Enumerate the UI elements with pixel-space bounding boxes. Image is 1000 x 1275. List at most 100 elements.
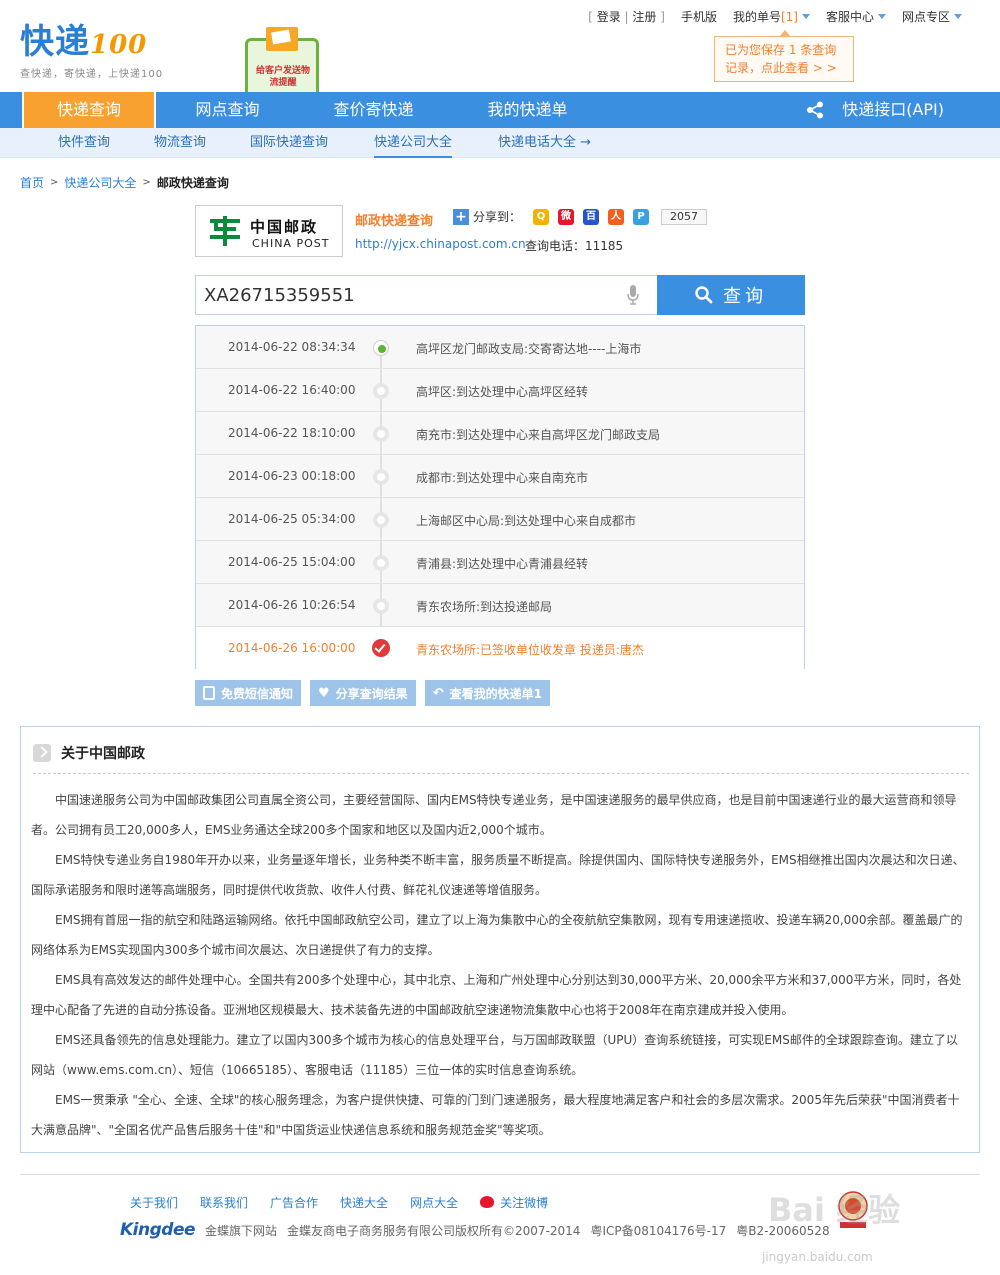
baidu-watermark-url: jingyan.baidu.com (762, 1250, 873, 1264)
my-orders-count: [1] (780, 9, 798, 24)
timeline-dot (373, 383, 389, 399)
company-logo-en: CHINA POST (252, 237, 330, 250)
site-header: 快递100 查快递，寄快递，上快递100 给客户发送物流提醒 [ 登录 | 注册… (0, 0, 1000, 92)
timeline-dot (373, 469, 389, 485)
tracking-time: 2014-06-26 10:26:54 (228, 598, 356, 612)
saved-query-tooltip[interactable]: 已为您保存 1 条查询记录，点此查看 > > (714, 30, 854, 82)
my-orders-button[interactable]: ↶ 查看我的快递单1 (424, 680, 550, 706)
sms-notify-button[interactable]: 免费短信通知 (195, 680, 302, 706)
footer-brand-tag: 金蝶旗下网站 (205, 1223, 278, 1238)
tracking-context: 青东农场所:到达投递邮局 (416, 600, 553, 614)
renren-share-icon[interactable]: 人 (608, 208, 625, 225)
tracking-time: 2014-06-25 15:04:00 (228, 555, 356, 569)
tracking-context: 青东农场所:已签收单位收发章 投递员:唐杰 (416, 643, 644, 657)
subnav-parcel-query[interactable]: 快件查询 (58, 128, 110, 158)
main-nav: 快递查询 网点查询 查价寄快递 我的快递单 快递接口(API) (0, 92, 1000, 128)
tencent-share-icon[interactable]: P (633, 208, 650, 225)
mobile-link[interactable]: 手机版 (681, 8, 717, 25)
login-link[interactable]: 登录 (597, 8, 621, 25)
table-row: 2014-06-25 15:04:00 青浦县:到达处理中心青浦县经转 (196, 541, 804, 584)
share-icon (807, 101, 824, 119)
timeline-dot (373, 426, 389, 442)
company-logo-cn: 中国邮政 (250, 218, 319, 236)
share-count: 2057 (661, 208, 708, 225)
kingdee-logo[interactable]: Kingdee (120, 1220, 196, 1240)
about-title: 关于中国邮政 (61, 746, 145, 762)
tab-outlet-query[interactable]: 网点查询 (170, 92, 285, 128)
table-row: 2014-06-25 05:34:00 上海邮区中心局:到达处理中心来自成都市 (196, 498, 804, 541)
baidu-share-icon[interactable]: 百 (583, 208, 600, 225)
breadcrumb-home[interactable]: 首页 (20, 174, 44, 191)
tracking-context: 高坪区龙门邮政支局:交寄寄达地----上海市 (416, 342, 642, 356)
tracking-context: 成都市:到达处理中心来自南充市 (416, 471, 589, 485)
api-link[interactable]: 快递接口(API) (806, 92, 944, 128)
share-bar: + 分享到： Q 微 百 人 P 2057 (453, 208, 708, 225)
subnav-phone-list[interactable]: 快递电话大全 → (498, 128, 591, 158)
footer-about-link[interactable]: 关于我们 (130, 1194, 178, 1211)
share-result-button[interactable]: ♥ 分享查询结果 (310, 680, 416, 706)
company-name-link[interactable]: 邮政快递查询 (355, 210, 433, 229)
tab-my-orders[interactable]: 我的快递单 (470, 92, 585, 128)
tab-price-send[interactable]: 查价寄快递 (316, 92, 431, 128)
outlets-link[interactable]: 网点专区 (902, 8, 950, 25)
weibo-icon (480, 1196, 495, 1208)
company-logo: 中国邮政 CHINA POST (195, 205, 343, 257)
sub-nav: 快件查询 物流查询 国际快递查询 快递公司大全 快递电话大全 → (0, 128, 1000, 158)
search-button-label: 查询 (723, 286, 767, 307)
weibo-share-icon[interactable]: 微 (558, 208, 575, 225)
subnav-intl-query[interactable]: 国际快递查询 (250, 128, 328, 158)
result-actions: 免费短信通知 ♥ 分享查询结果 ↶ 查看我的快递单1 (195, 680, 550, 706)
company-phone: 查询电话：11185 (525, 239, 624, 253)
tracking-number-input[interactable] (195, 275, 657, 315)
promo-notify-banner[interactable]: 给客户发送物流提醒 (245, 27, 319, 92)
breadcrumb-section[interactable]: 快递公司大全 (64, 174, 136, 191)
logo-slogan: 查快递，寄快递，上快递100 (20, 69, 164, 80)
footer-links: 关于我们 联系我们 广告合作 快递大全 网点大全 关注微博 (130, 1194, 548, 1211)
delivered-check-icon (372, 639, 390, 657)
top-nav: [ 登录 | 注册 ] 手机版 我的单号 [1] 客服中心 网点专区 (572, 8, 962, 25)
microphone-icon[interactable] (627, 285, 639, 305)
tracking-results: 2014-06-22 08:34:34 高坪区龙门邮政支局:交寄寄达地----上… (195, 325, 805, 670)
search-button[interactable]: 查询 (657, 275, 805, 315)
tracking-context: 南充市:到达处理中心来自高坪区龙门邮政支局 (416, 428, 661, 442)
qzone-icon[interactable]: Q (533, 208, 550, 225)
subnav-logistics-query[interactable]: 物流查询 (154, 128, 206, 158)
about-paragraph: 中国速递服务公司为中国邮政集团公司直属全资公司，主要经营国际、国内EMS特快专递… (31, 793, 957, 837)
timeline-dot (373, 555, 389, 571)
api-label: 快递接口(API) (842, 100, 944, 119)
tracking-context: 高坪区:到达处理中心高坪区经转 (416, 385, 589, 399)
my-orders-link[interactable]: 我的单号 (733, 8, 781, 25)
back-arrow-icon: ↶ (432, 685, 444, 701)
about-paragraph: EMS一贯秉承 "全心、全速、全球"的核心服务理念，为客户提供快捷、可靠的门到门… (31, 1093, 960, 1137)
footer-express-list-link[interactable]: 快递大全 (340, 1194, 388, 1211)
company-url-link[interactable]: http://yjcx.chinapost.com.cn (355, 237, 526, 251)
chevron-down-icon (954, 14, 962, 19)
heart-icon: ♥ (318, 685, 330, 701)
baidu-watermark: Bai 经验 (768, 1191, 901, 1229)
footer-outlets-link[interactable]: 网点大全 (410, 1194, 458, 1211)
promo-text: 给客户发送物流提醒 (255, 66, 310, 88)
logo-num: 100 (90, 30, 148, 60)
share-label: 分享到： (473, 210, 522, 224)
tracking-context: 上海邮区中心局:到达处理中心来自成都市 (416, 514, 637, 528)
table-row: 2014-06-22 18:10:00 南充市:到达处理中心来自高坪区龙门邮政支… (196, 412, 804, 455)
tab-express-query[interactable]: 快递查询 (22, 92, 156, 128)
about-paragraph: EMS拥有首屈一指的航空和陆路运输网络。依托中国邮政航空公司，建立了以上海为集散… (31, 913, 963, 957)
footer-ads-link[interactable]: 广告合作 (270, 1194, 318, 1211)
sms-notify-label: 免费短信通知 (221, 686, 294, 701)
timeline-start-dot (373, 340, 389, 356)
footer-contact-link[interactable]: 联系我们 (200, 1194, 248, 1211)
service-center-link[interactable]: 客服中心 (826, 8, 874, 25)
subnav-company-list[interactable]: 快递公司大全 (374, 128, 453, 158)
phone-icon (203, 686, 215, 700)
breadcrumb-current: 邮政快递查询 (156, 176, 229, 190)
register-link[interactable]: 注册 (632, 8, 656, 25)
site-logo[interactable]: 快递100 查快递，寄快递，上快递100 (20, 14, 163, 80)
table-row: 2014-06-22 16:40:00 高坪区:到达处理中心高坪区经转 (196, 369, 804, 412)
envelope-icon (266, 27, 298, 51)
plus-icon[interactable]: + (453, 208, 469, 225)
my-orders-label: 查看我的快递单1 (449, 686, 542, 701)
footer-weibo-link[interactable]: 关注微博 (480, 1194, 548, 1211)
arrow-icon (33, 744, 51, 762)
tracking-time: 2014-06-22 16:40:00 (228, 383, 356, 397)
